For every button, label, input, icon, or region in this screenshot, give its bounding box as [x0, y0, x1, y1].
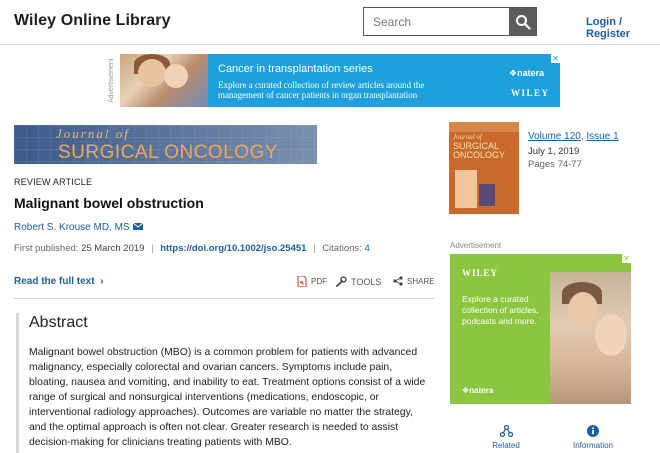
- pdf-button[interactable]: PDF: [297, 276, 327, 287]
- chevron-right-icon: ›: [97, 276, 104, 287]
- site-logo[interactable]: Wiley Online Library: [14, 12, 171, 30]
- side-ad-sponsor: ❖natera: [462, 386, 494, 395]
- envelope-icon: [133, 222, 144, 230]
- natera-icon: ❖: [509, 68, 518, 78]
- ad-close-icon[interactable]: ✕: [551, 54, 560, 63]
- side-ad-publisher: WILEY: [462, 268, 499, 278]
- issue-pages: Pages 74-77: [528, 159, 582, 170]
- article-type: REVIEW ARTICLE: [14, 177, 93, 187]
- ad-publisher-logo: WILEY: [511, 88, 550, 98]
- site-header: Wiley Online Library Login / Register: [0, 0, 660, 45]
- publication-meta: First published: 25 March 2019 | https:/…: [14, 243, 370, 254]
- journal-banner-line2: SURGICAL ONCOLOGY: [58, 142, 279, 163]
- top-advertisement[interactable]: Cancer in transplantation series Explore…: [120, 54, 560, 107]
- ad-label: Advertisement: [108, 58, 115, 104]
- ad-sponsor-logo: ❖natera: [509, 68, 545, 78]
- wrench-icon: [336, 276, 347, 287]
- doi-link[interactable]: https://doi.org/10.1002/jso.25451: [160, 243, 306, 254]
- section-divider: [14, 298, 434, 299]
- search-input[interactable]: [364, 8, 510, 35]
- ad-title: Cancer in transplantation series: [218, 63, 373, 75]
- tools-button[interactable]: TOOLS: [336, 276, 381, 287]
- pdf-icon: [297, 276, 307, 287]
- side-ad-close-icon[interactable]: ✕: [622, 254, 631, 263]
- search-box: [363, 7, 537, 36]
- author-link[interactable]: Robert S. Krouse MD, MS: [14, 222, 144, 233]
- journal-cover-image[interactable]: Journal of SURGICAL ONCOLOGY: [449, 122, 519, 214]
- ad-subtitle: Explore a curated collection of review a…: [218, 80, 425, 100]
- side-ad-label: Advertisement: [450, 241, 502, 250]
- share-icon: [393, 276, 403, 286]
- volume-issue-link[interactable]: Volume 120, Issue 1: [528, 131, 619, 142]
- side-ad-text: Explore a curated collection of articles…: [462, 294, 539, 326]
- search-button[interactable]: [509, 8, 536, 35]
- abstract-heading: Abstract: [29, 314, 88, 331]
- issue-date: July 1, 2019: [528, 146, 580, 157]
- journal-banner-line1: Journal of: [56, 126, 130, 141]
- info-icon: [587, 425, 599, 437]
- abstract-text: Malignant bowel obstruction (MBO) is a c…: [29, 347, 426, 448]
- article-title: Malignant bowel obstruction: [14, 195, 204, 211]
- side-advertisement[interactable]: WILEY Explore a curated collection of ar…: [450, 254, 631, 404]
- citations-count-link[interactable]: 4: [364, 243, 369, 254]
- ad-photo: [120, 54, 208, 107]
- publish-date: 25 March 2019: [81, 243, 145, 254]
- abstract-border: [16, 313, 19, 453]
- journal-banner[interactable]: Journal of SURGICAL ONCOLOGY: [14, 125, 317, 164]
- login-register-link[interactable]: Login / Register: [586, 16, 660, 40]
- related-button[interactable]: Related: [476, 425, 536, 450]
- search-icon: [515, 14, 531, 30]
- information-button[interactable]: Information: [563, 425, 623, 450]
- share-button[interactable]: SHARE: [393, 276, 435, 286]
- read-full-text-link[interactable]: Read the full text ›: [14, 276, 103, 287]
- related-network-icon: [499, 425, 513, 437]
